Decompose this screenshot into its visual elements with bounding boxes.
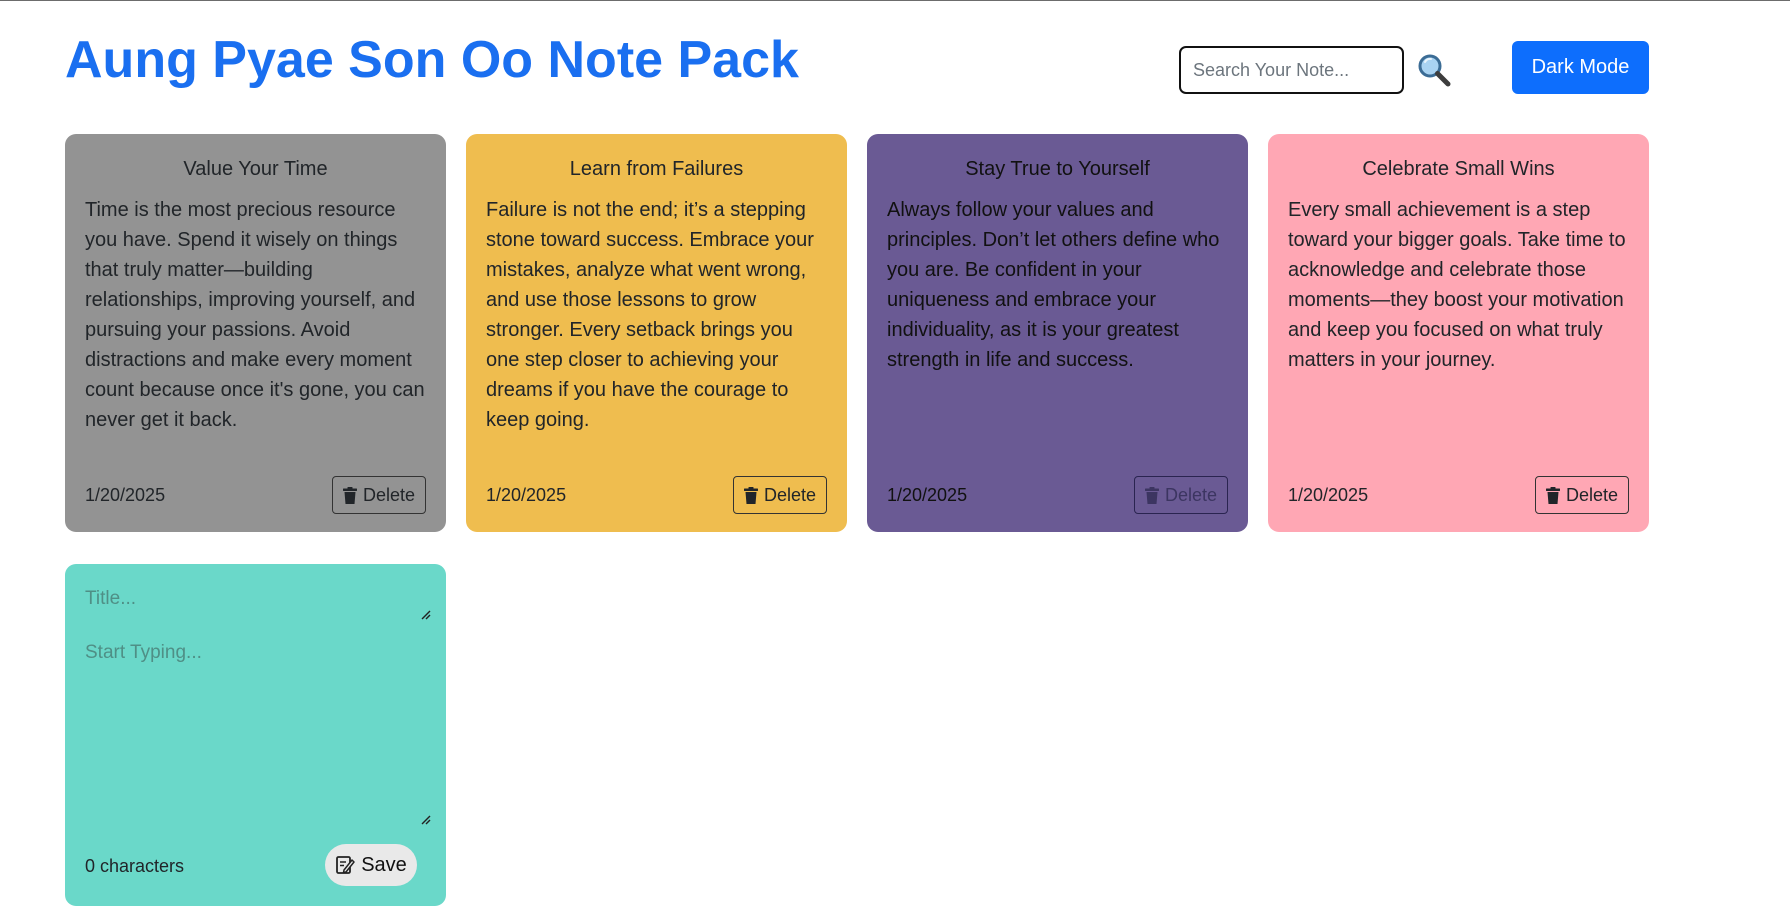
search-input[interactable] [1179,46,1404,94]
new-note-title-input[interactable] [85,588,428,628]
note-date: 1/20/2025 [1288,484,1369,505]
save-label: Save [361,853,407,876]
note-title: Value Your Time [183,158,328,180]
character-count: 0 characters [85,856,185,876]
note-date: 1/20/2025 [486,484,567,505]
note-card: Stay True to Yourself Always follow your… [867,134,1248,532]
note-footer: 1/20/2025 Delete [486,476,827,514]
save-note-icon [336,856,355,874]
delete-label: Delete [1565,484,1618,505]
search-button[interactable] [1414,50,1454,90]
dark-mode-button[interactable]: Dark Mode [1512,41,1649,94]
delete-button[interactable]: Delete [732,476,827,514]
trash-icon [743,486,758,504]
note-card: Value Your Time Time is the most preciou… [65,134,446,532]
note-title: Stay True to Yourself [965,158,1150,180]
resize-handle-icon[interactable] [419,608,431,620]
trash-icon [342,486,357,504]
note-date: 1/20/2025 [85,484,166,505]
magnifier-icon [1418,54,1451,87]
new-note-body-input[interactable] [85,642,428,792]
delete-label: Delete [1164,484,1217,505]
resize-handle-icon[interactable] [419,813,431,825]
note-card: Learn from Failures Failure is not the e… [466,134,847,532]
app-title: Aung Pyae Son Oo Note Pack [65,31,799,89]
new-note-card: 0 characters Save [65,564,446,906]
trash-icon [1545,486,1560,504]
delete-button[interactable]: Delete [1133,476,1228,514]
note-title: Celebrate Small Wins [1362,158,1555,180]
top-border [0,0,1790,1]
delete-button[interactable]: Delete [331,476,426,514]
save-button[interactable]: Save [325,844,417,886]
delete-label: Delete [763,484,816,505]
note-footer: 1/20/2025 Delete [1288,476,1629,514]
note-footer: 1/20/2025 Delete [887,476,1228,514]
trash-icon [1144,486,1159,504]
note-body: Failure is not the end; it’s a stepping … [486,199,814,431]
note-body: Every small achievement is a step toward… [1288,199,1626,371]
note-body: Time is the most precious resource you h… [85,199,425,431]
note-footer: 1/20/2025 Delete [85,476,426,514]
note-card: Celebrate Small Wins Every small achieve… [1268,134,1649,532]
note-date: 1/20/2025 [887,484,968,505]
delete-button[interactable]: Delete [1534,476,1629,514]
note-title: Learn from Failures [569,158,744,180]
note-body: Always follow your values and principles… [887,199,1220,371]
delete-label: Delete [362,484,415,505]
